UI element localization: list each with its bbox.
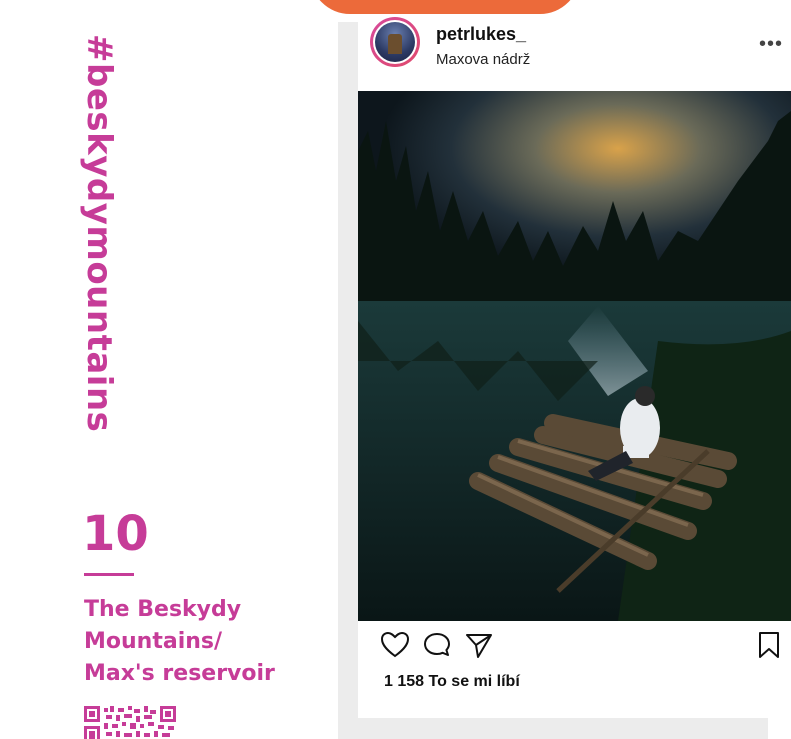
instagram-post: petrlukes_ Maxova nádrž ••• 1 158 To se …: [358, 16, 791, 718]
hashtag-label: #beskydymountains: [79, 34, 119, 433]
post-username[interactable]: petrlukes_: [436, 24, 526, 45]
comment-icon[interactable]: [422, 630, 452, 660]
likes-count: 1 158 To se mi líbí: [384, 673, 520, 690]
avatar-frame: [373, 20, 417, 64]
more-dots-icon[interactable]: •••: [759, 34, 783, 54]
place-title-line: Max's reservoir: [84, 661, 275, 686]
send-icon[interactable]: [464, 630, 494, 660]
heart-icon[interactable]: [380, 630, 410, 660]
post-location[interactable]: Maxova nádrž: [436, 51, 530, 68]
post-photo[interactable]: [358, 91, 791, 621]
avatar[interactable]: [370, 17, 420, 67]
avatar-image: [375, 22, 415, 62]
place-title: The Beskydy Mountains/ Max's reservoir: [84, 594, 314, 690]
entry-number: 10: [82, 506, 149, 562]
place-title-line: Mountains/: [84, 629, 223, 654]
decorative-top-shape: [310, 0, 580, 14]
qr-code-icon[interactable]: [84, 706, 176, 739]
night-lake-photo: [358, 91, 791, 621]
bookmark-icon[interactable]: [754, 630, 784, 660]
place-title-line: The Beskydy: [84, 597, 242, 622]
divider: [84, 573, 134, 576]
